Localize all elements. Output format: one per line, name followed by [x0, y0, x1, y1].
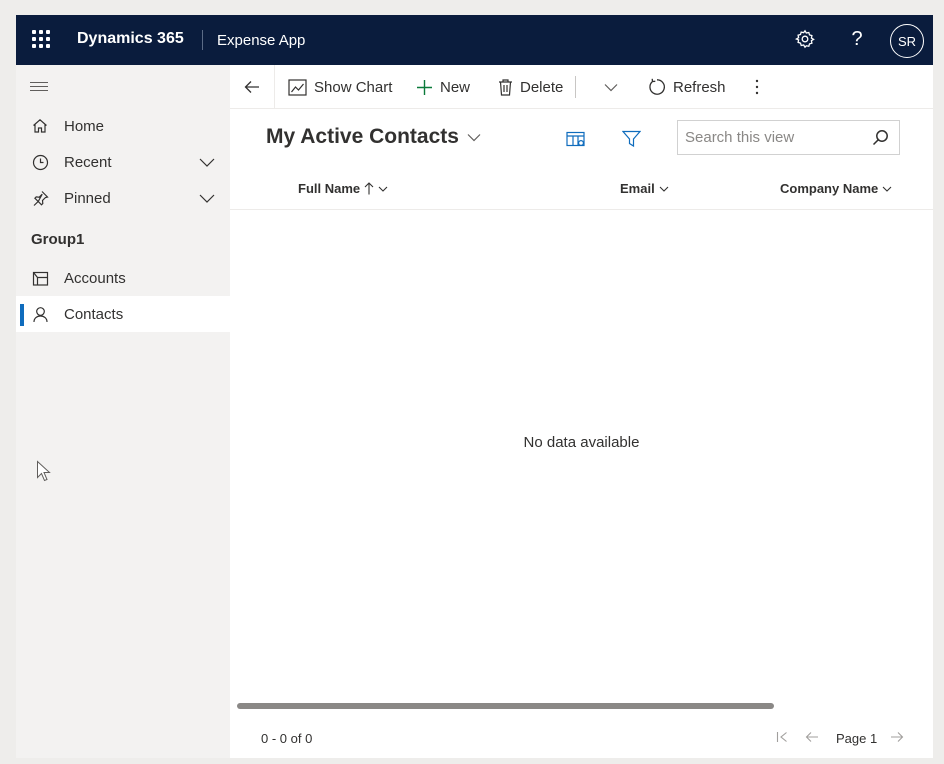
empty-state-message: No data available [523, 434, 640, 451]
sidebar: Home Recent Pinned Group1 Accounts Conta… [16, 65, 230, 758]
first-page-icon[interactable] [776, 727, 788, 747]
plus-icon [417, 79, 432, 95]
chevron-down-icon [659, 186, 669, 192]
command-divider [575, 76, 576, 98]
sidebar-item-contacts[interactable]: Contacts [16, 296, 230, 332]
app-name[interactable]: Expense App [217, 32, 305, 49]
help-question-icon[interactable]: ? [845, 27, 869, 51]
clock-icon [31, 153, 49, 171]
show-chart-label: Show Chart [314, 78, 393, 96]
trash-icon [499, 78, 512, 96]
chevron-down-icon[interactable] [198, 189, 216, 207]
record-count: 0 - 0 of 0 [261, 731, 313, 746]
refresh-button[interactable]: Refresh [648, 65, 726, 109]
search-input[interactable] [685, 129, 865, 146]
chevron-down-icon [604, 84, 618, 92]
user-avatar[interactable]: SR [890, 24, 924, 58]
pin-icon [31, 189, 49, 207]
delete-button[interactable]: Delete [498, 65, 563, 109]
top-navigation-bar: Dynamics 365 Expense App ? SR [16, 15, 933, 65]
sidebar-item-label: Accounts [64, 269, 126, 287]
home-icon [31, 117, 49, 135]
settings-gear-icon[interactable] [793, 27, 817, 51]
sidebar-item-home[interactable]: Home [16, 108, 230, 144]
column-label: Email [620, 181, 655, 196]
delete-label: Delete [520, 78, 564, 96]
brand-divider [202, 30, 203, 50]
more-commands-dropdown[interactable] [604, 65, 625, 109]
sidebar-item-label: Home [64, 117, 105, 135]
column-header-full-name[interactable]: Full Name [298, 181, 388, 196]
next-page-icon[interactable] [890, 727, 904, 747]
new-button[interactable]: New [416, 65, 470, 109]
chevron-down-icon [467, 134, 481, 142]
sidebar-item-recent[interactable]: Recent [16, 144, 230, 180]
page-number-label: Page 1 [836, 731, 878, 746]
chevron-down-icon [378, 186, 388, 192]
sidebar-item-label: Recent [64, 153, 112, 171]
mouse-cursor-icon [37, 460, 51, 482]
command-bar: Show Chart New Delete Refresh [230, 65, 933, 109]
filter-icon[interactable] [620, 128, 642, 150]
new-label: New [440, 78, 471, 96]
previous-page-icon[interactable] [805, 727, 819, 747]
chart-icon [288, 78, 307, 96]
sidebar-item-label: Pinned [64, 189, 111, 207]
contact-person-icon [31, 305, 49, 323]
sidebar-item-label: Contacts [64, 305, 124, 323]
view-selector[interactable]: My Active Contacts [266, 125, 481, 149]
view-title: My Active Contacts [266, 125, 459, 148]
chevron-down-icon [882, 186, 892, 192]
overflow-menu-icon[interactable] [754, 65, 767, 109]
show-chart-button[interactable]: Show Chart [288, 65, 392, 109]
sidebar-group-label: Group1 [31, 231, 85, 248]
edit-columns-icon[interactable] [565, 128, 587, 150]
brand-title[interactable]: Dynamics 365 [77, 30, 184, 48]
column-label: Company Name [780, 181, 879, 196]
waffle-icon[interactable] [32, 30, 50, 48]
sidebar-item-accounts[interactable]: Accounts [16, 260, 230, 296]
column-header-email[interactable]: Email [620, 181, 669, 196]
column-header-company-name[interactable]: Company Name [780, 181, 892, 196]
sort-ascending-arrow-icon [364, 182, 374, 195]
app-frame: Dynamics 365 Expense App ? SR Home Recen… [16, 15, 933, 758]
sidebar-item-pinned[interactable]: Pinned [16, 180, 230, 216]
search-view-box[interactable] [677, 120, 900, 155]
refresh-label: Refresh [673, 78, 726, 96]
refresh-icon [649, 78, 665, 95]
back-arrow-icon[interactable] [230, 65, 275, 109]
grid-header-divider [230, 209, 933, 210]
column-label: Full Name [298, 181, 361, 196]
horizontal-scrollbar[interactable] [237, 703, 774, 709]
search-icon[interactable] [872, 129, 889, 146]
accounts-icon [31, 269, 49, 287]
hamburger-menu-icon[interactable] [30, 82, 48, 94]
chevron-down-icon[interactable] [198, 153, 216, 171]
